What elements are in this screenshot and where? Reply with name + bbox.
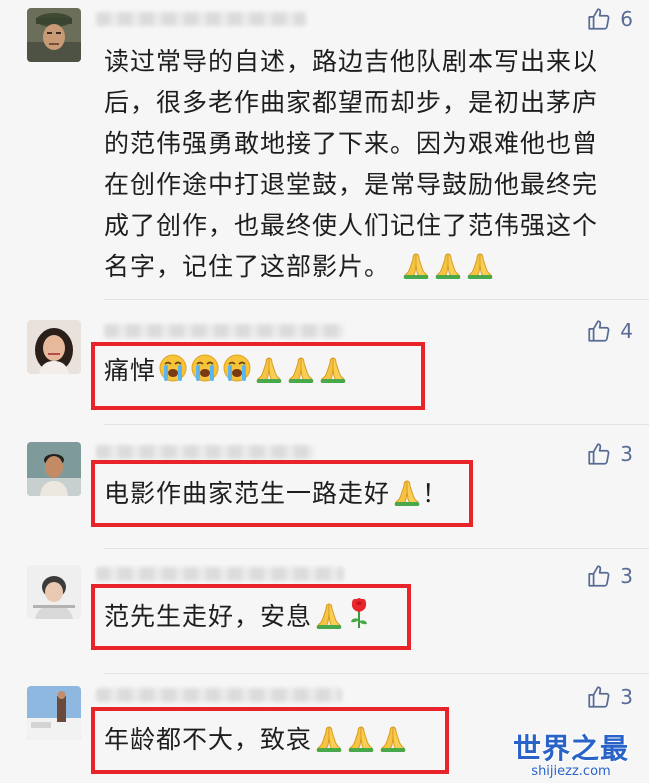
highlight-box [91, 707, 449, 774]
like-button[interactable]: 3 [586, 563, 633, 589]
like-count: 4 [620, 319, 633, 343]
folded-hands-emoji [401, 251, 431, 279]
avatar[interactable] [27, 565, 81, 619]
comment-line: 在创作途中打退堂鼓，是常导鼓励他最终完 [104, 170, 599, 199]
folded-hands-emoji [465, 251, 495, 279]
comment-4: 3 范先生走好，安息 [0, 549, 649, 673]
thumbs-up-icon [588, 320, 610, 342]
avatar[interactable] [27, 686, 81, 740]
like-button[interactable]: 4 [586, 318, 633, 344]
avatar[interactable] [27, 320, 81, 374]
comment-line: 名字，记住了这部影片。 [104, 246, 634, 287]
like-count: 3 [620, 564, 633, 588]
username [96, 12, 306, 26]
watermark-title: 世界之最 [512, 732, 629, 765]
comment-line: 成了创作，也最终使人们记住了范伟强这个 [104, 211, 599, 240]
username [96, 688, 342, 702]
comment-2: 4 痛悼 [0, 300, 649, 424]
like-count: 6 [620, 7, 633, 31]
like-count: 3 [620, 442, 633, 466]
highlight-box [91, 460, 473, 527]
comment-text: 读过常导的自述，路边吉他队剧本写出来以 后，很多老作曲家都望而却步，是初出茅庐 … [104, 41, 634, 287]
thumbs-up-icon [588, 686, 610, 708]
comment-line: 后，很多老作曲家都望而却步，是初出茅庐 [104, 88, 599, 117]
emoji-group [399, 252, 495, 281]
comment-3: 3 电影作曲家范生一路走好！ [0, 425, 649, 548]
folded-hands-emoji [433, 251, 463, 279]
highlight-box [91, 342, 425, 410]
username [96, 567, 344, 581]
like-button[interactable]: 3 [586, 441, 633, 467]
comment-1: 6 读过常导的自述，路边吉他队剧本写出来以 后，很多老作曲家都望而却步，是初出茅… [0, 0, 649, 290]
watermark-url: shijiezz.com [531, 764, 611, 779]
highlight-box [91, 584, 411, 650]
like-count: 3 [620, 685, 633, 709]
comment-line: 的范伟强勇敢地接了下来。因为艰难他也曾 [104, 129, 599, 158]
like-button[interactable]: 6 [586, 6, 633, 32]
comment-line: 读过常导的自述，路边吉他队剧本写出来以 [104, 47, 599, 76]
thumbs-up-icon [588, 565, 610, 587]
thumbs-up-icon [588, 8, 610, 30]
comment-line-text: 名字，记住了这部影片。 [104, 252, 391, 281]
like-button[interactable]: 3 [586, 684, 633, 710]
watermark: 世界之最 shijiezz.com [501, 733, 641, 779]
avatar[interactable] [27, 442, 81, 496]
thumbs-up-icon [588, 443, 610, 465]
avatar[interactable] [27, 8, 81, 62]
username [96, 445, 314, 459]
username [104, 324, 344, 338]
